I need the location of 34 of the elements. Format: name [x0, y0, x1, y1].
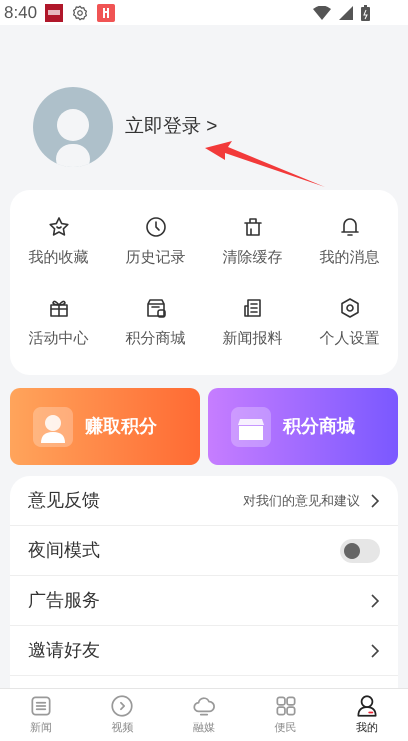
nav-tab[interactable]: 新闻	[0, 689, 82, 741]
nav-tab[interactable]: 便民	[244, 689, 326, 741]
shortcut-item[interactable]: 我的消息	[301, 215, 398, 270]
app-icon	[45, 4, 64, 22]
promo-banner[interactable]: 积分商城	[208, 388, 398, 465]
play-icon	[109, 693, 136, 720]
person-icon	[33, 406, 73, 446]
shortcut-item[interactable]: 历史记录	[107, 215, 204, 270]
settings-row[interactable]: 邀请好友	[10, 626, 398, 676]
app-icon	[97, 4, 116, 22]
wifi-icon	[313, 6, 331, 20]
settings-row[interactable]: 意见反馈 对我们的意见和建议	[10, 476, 398, 526]
toggle-switch[interactable]	[340, 538, 380, 562]
chevron-icon	[370, 492, 380, 508]
login-link[interactable]: 立即登录 >	[125, 112, 218, 142]
chevron-icon	[370, 592, 380, 608]
shortcut-item[interactable]: 我的收藏	[10, 215, 107, 270]
shortcut-item[interactable]: 个人设置	[301, 296, 398, 350]
settings-icon	[71, 4, 90, 22]
chevron-icon	[370, 642, 380, 658]
settings-row[interactable]: 广告服务	[10, 576, 398, 626]
nav-tab[interactable]: 我的	[326, 689, 408, 741]
shortcut-item[interactable]: 积分商城	[107, 296, 204, 350]
shortcut-item[interactable]: 清除缓存	[204, 215, 301, 270]
nav-tab[interactable]: 融媒	[163, 689, 245, 741]
shortcut-item[interactable]: 新闻报料	[204, 296, 301, 350]
clock-text: 8:40	[4, 2, 38, 24]
nav-tab[interactable]: 视频	[82, 689, 164, 741]
setting-label: 夜间模式	[28, 539, 100, 562]
battery-icon	[361, 4, 370, 20]
clock-icon	[144, 215, 168, 239]
signal-icon	[339, 6, 353, 20]
box-icon	[231, 406, 271, 446]
shortcut-item[interactable]: 活动中心	[10, 296, 107, 350]
